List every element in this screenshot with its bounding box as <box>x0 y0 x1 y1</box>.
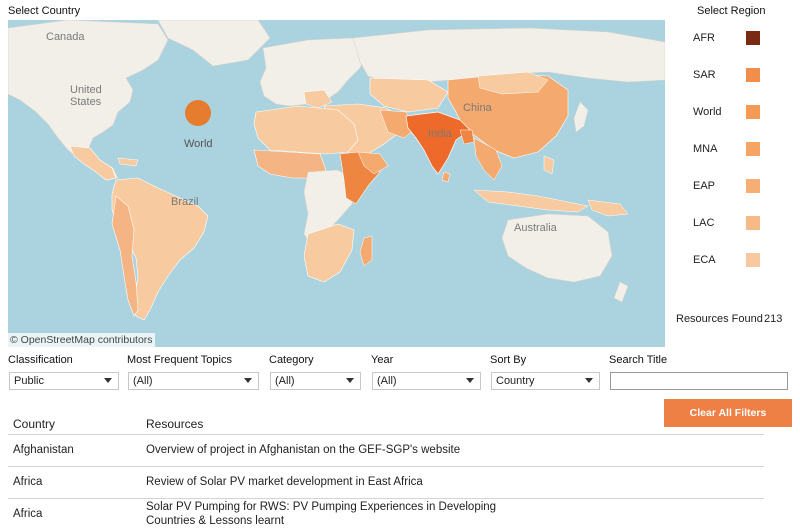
legend-item-eap[interactable]: EAP <box>676 178 786 196</box>
row-resource-link-continued[interactable]: Countries & Lessons learnt <box>146 515 284 527</box>
table-row[interactable]: Afghanistan Overview of project in Afgha… <box>8 434 764 466</box>
classification-dropdown[interactable]: Public <box>9 372 119 390</box>
legend-swatch <box>746 142 760 156</box>
legend-swatch <box>746 179 760 193</box>
sort-by-value: Country <box>496 375 535 387</box>
legend-label: ECA <box>693 254 716 266</box>
sort-by-label: Sort By <box>490 354 527 366</box>
year-dropdown[interactable]: (All) <box>372 372 481 390</box>
legend-label: EAP <box>693 180 716 192</box>
legend-swatch <box>746 68 760 82</box>
table-row[interactable]: Africa Review of Solar PV market develop… <box>8 466 764 498</box>
column-header-country: Country <box>13 417 56 431</box>
legend-label: SAR <box>693 69 716 81</box>
row-resource-link[interactable]: Solar PV Pumping for RWS: PV Pumping Exp… <box>146 501 496 513</box>
country-map[interactable]: Canada United States World Brazil China … <box>8 20 665 347</box>
classification-value: Public <box>14 375 44 387</box>
search-title-label: Search Title <box>609 354 668 366</box>
map-label-brazil: Brazil <box>171 196 199 208</box>
map-label-china: China <box>463 102 492 114</box>
map-label-australia: Australia <box>514 222 557 234</box>
chevron-down-icon <box>466 378 474 383</box>
column-header-resources: Resources <box>146 417 204 431</box>
map-label-united-states: United States <box>70 84 102 108</box>
resources-found-label: Resources Found <box>676 313 763 325</box>
row-country: Africa <box>13 476 43 488</box>
table-row[interactable]: Africa Solar PV Pumping for RWS: PV Pump… <box>8 498 764 529</box>
year-value: (All) <box>377 375 397 387</box>
legend-label: AFR <box>693 32 715 44</box>
clear-all-filters-button[interactable]: Clear All Filters <box>664 399 792 427</box>
topics-dropdown[interactable]: (All) <box>128 372 259 390</box>
map-attribution[interactable]: © OpenStreetMap contributors <box>8 333 155 347</box>
map-label-world: World <box>184 138 213 150</box>
legend-swatch <box>746 216 760 230</box>
year-label: Year <box>371 354 394 366</box>
category-dropdown[interactable]: (All) <box>270 372 361 390</box>
legend-swatch <box>746 31 760 45</box>
legend-swatch <box>746 105 760 119</box>
legend-item-mna[interactable]: MNA <box>676 141 786 159</box>
resources-found-count: 213 <box>764 313 783 325</box>
select-country-title: Select Country <box>8 5 81 17</box>
row-country: Africa <box>13 508 43 520</box>
map-label-canada: Canada <box>46 31 85 43</box>
sort-by-dropdown[interactable]: Country <box>491 372 600 390</box>
category-label: Category <box>269 354 314 366</box>
row-resource-link[interactable]: Review of Solar PV market development in… <box>146 476 423 488</box>
legend-item-sar[interactable]: SAR <box>676 67 786 85</box>
legend-item-lac[interactable]: LAC <box>676 215 786 233</box>
topics-value: (All) <box>133 375 153 387</box>
world-map-canvas[interactable] <box>8 20 665 347</box>
category-value: (All) <box>275 375 295 387</box>
row-country: Afghanistan <box>13 444 74 456</box>
legend-item-world[interactable]: World <box>676 104 786 122</box>
chevron-down-icon <box>346 378 354 383</box>
legend-item-afr[interactable]: AFR <box>676 30 786 48</box>
row-resource-link[interactable]: Overview of project in Afghanistan on th… <box>146 444 460 456</box>
world-bubble[interactable] <box>185 100 211 126</box>
topics-label: Most Frequent Topics <box>127 354 232 366</box>
classification-label: Classification <box>8 354 73 366</box>
chevron-down-icon <box>585 378 593 383</box>
select-region-title: Select Region <box>697 5 766 17</box>
legend-swatch <box>746 253 760 267</box>
legend-label: World <box>693 106 722 118</box>
map-label-india: India <box>428 128 452 140</box>
chevron-down-icon <box>104 378 112 383</box>
chevron-down-icon <box>244 378 252 383</box>
search-title-input[interactable] <box>610 372 788 390</box>
legend-label: MNA <box>693 143 718 155</box>
legend-item-eca[interactable]: ECA <box>676 252 786 270</box>
legend-label: LAC <box>693 217 715 229</box>
